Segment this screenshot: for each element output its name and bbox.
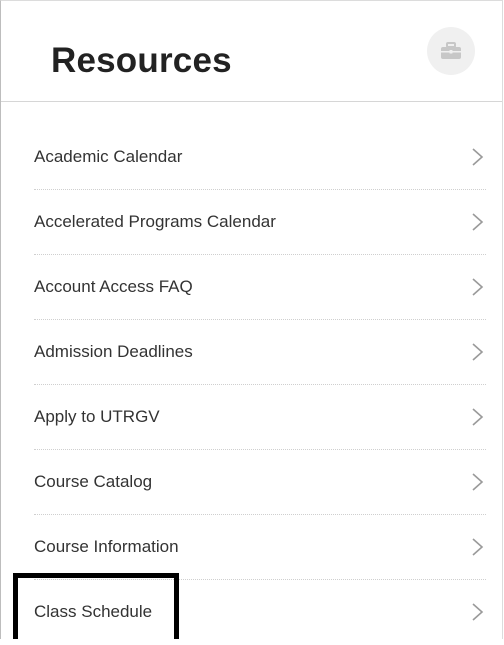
chevron-right-icon <box>472 473 484 491</box>
resource-item-label: Course Catalog <box>34 472 153 491</box>
resources-list: Academic Calendar Accelerated Programs C… <box>34 125 486 645</box>
resource-item-course-information[interactable]: Course Information <box>34 515 486 580</box>
resource-item-label: Course Information <box>34 537 179 556</box>
resource-item-label: Accelerated Programs Calendar <box>34 212 276 231</box>
resource-item-admission-deadlines[interactable]: Admission Deadlines <box>34 320 486 385</box>
chevron-right-icon <box>472 343 484 361</box>
resource-item-class-schedule[interactable]: Class Schedule <box>34 580 486 645</box>
resource-item-apply-to-utrgv[interactable]: Apply to UTRGV <box>34 385 486 450</box>
resource-item-label: Account Access FAQ <box>34 277 193 296</box>
resource-item-course-catalog[interactable]: Course Catalog <box>34 450 486 515</box>
page-title: Resources <box>51 41 232 80</box>
resource-item-label: Academic Calendar <box>34 147 183 166</box>
briefcase-icon[interactable] <box>427 27 475 75</box>
chevron-right-icon <box>472 278 484 296</box>
resources-panel: Resources Academic Calendar Accelerated … <box>0 0 503 639</box>
chevron-right-icon <box>472 213 484 231</box>
resource-item-account-access-faq[interactable]: Account Access FAQ <box>34 255 486 320</box>
resource-item-label: Admission Deadlines <box>34 342 193 361</box>
chevron-right-icon <box>472 603 484 621</box>
resources-header: Resources <box>1 1 502 102</box>
resource-item-label: Class Schedule <box>34 602 153 621</box>
chevron-right-icon <box>472 408 484 426</box>
resource-item-academic-calendar[interactable]: Academic Calendar <box>34 125 486 190</box>
resource-item-accelerated-programs-calendar[interactable]: Accelerated Programs Calendar <box>34 190 486 255</box>
chevron-right-icon <box>472 148 484 166</box>
resource-item-label: Apply to UTRGV <box>34 407 160 426</box>
chevron-right-icon <box>472 538 484 556</box>
